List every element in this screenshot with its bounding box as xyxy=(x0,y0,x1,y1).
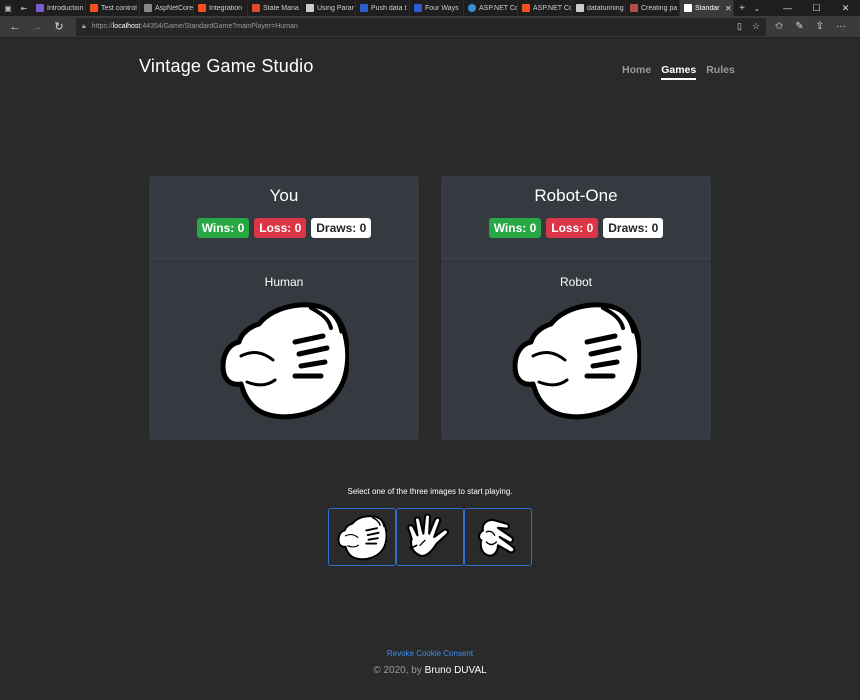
tab-favicon xyxy=(306,4,314,12)
url-host: localhost xyxy=(112,23,141,30)
window-menu-icon[interactable]: ▣ xyxy=(0,0,16,16)
url-field[interactable]: 🔒︎ https://localhost:44354/Game/Standard… xyxy=(76,17,766,36)
url-rest: :44354/Game/StandardGame?mainPlayer=Huma… xyxy=(140,23,298,30)
tab-label: datatunning xyxy=(587,4,624,12)
brand-title[interactable]: Vintage Game Studio xyxy=(139,56,314,77)
refresh-icon[interactable]: ↻ xyxy=(48,20,70,33)
browser-tab-strip: ▣ ⇤ Introduction Test control AspNetCore… xyxy=(0,0,860,16)
player-type: Robot xyxy=(559,275,593,289)
player-card-you: You Wins: 0 Loss: 0 Draws: 0 Human xyxy=(149,176,419,440)
wins-badge: Wins: 0 xyxy=(196,218,250,238)
tab-favicon xyxy=(252,4,260,12)
player-name: You xyxy=(269,186,299,205)
close-tab-icon[interactable]: ✕ xyxy=(725,4,733,13)
address-bar: ← → ↻ 🔒︎ https://localhost:44354/Game/St… xyxy=(0,16,860,38)
browser-tab[interactable]: Using Parar xyxy=(302,0,356,16)
lock-icon: 🔒︎ xyxy=(82,22,86,30)
url-prefix: https:// xyxy=(91,23,113,30)
more-icon[interactable]: ··· xyxy=(836,21,846,32)
revoke-cookie-link[interactable]: Revoke Cookie Consent xyxy=(0,649,860,658)
draws-badge: Draws: 0 xyxy=(311,218,372,238)
copyright: © 2020, by Bruno DUVAL xyxy=(0,665,860,676)
favorite-star-icon[interactable]: ☆ xyxy=(752,21,760,32)
browser-tab[interactable]: datatunning xyxy=(572,0,626,16)
chevron-down-icon[interactable]: ⌄ xyxy=(750,4,764,13)
tab-actions-icon[interactable]: ⇤ xyxy=(16,0,32,16)
player-card-robot: Robot-One Wins: 0 Loss: 0 Draws: 0 Robot xyxy=(441,176,711,440)
player-type: Human xyxy=(264,275,304,289)
back-icon[interactable]: ← xyxy=(4,21,26,33)
tab-favicon xyxy=(360,4,368,12)
browser-tab[interactable]: ASP.NET Cc xyxy=(464,0,518,16)
tab-label: Using Parar xyxy=(317,4,354,12)
pen-icon[interactable]: ✎ xyxy=(795,21,803,32)
nav-rules[interactable]: Rules xyxy=(706,64,735,80)
tab-favicon xyxy=(198,4,206,12)
browser-tab[interactable]: Four Ways xyxy=(410,0,464,16)
copyright-text: © 2020, by xyxy=(373,665,425,676)
paper-hand-icon xyxy=(407,513,450,558)
tab-favicon xyxy=(522,4,530,12)
tab-label: Creating pa xyxy=(641,4,678,12)
forward-icon[interactable]: → xyxy=(26,21,48,33)
loss-badge: Loss: 0 xyxy=(254,218,307,238)
tab-label: ASP.NET Cc xyxy=(479,4,517,12)
tab-label: Four Ways xyxy=(425,4,459,12)
tab-favicon xyxy=(576,4,584,12)
rock-hand-icon xyxy=(337,512,387,562)
tab-label: Test control xyxy=(101,4,137,12)
wins-badge: Wins: 0 xyxy=(488,218,542,238)
player-name: Robot-One xyxy=(534,186,618,205)
rock-hand-icon xyxy=(219,294,349,424)
maximize-icon[interactable]: ☐ xyxy=(802,3,831,14)
draws-badge: Draws: 0 xyxy=(603,218,664,238)
browser-tab[interactable]: Test control xyxy=(86,0,140,16)
main-nav: Home Games Rules xyxy=(622,64,735,80)
browser-tab-active[interactable]: Standar ✕ xyxy=(680,0,734,16)
tab-label: State Mana xyxy=(263,4,299,12)
tab-favicon xyxy=(36,4,44,12)
loss-badge: Loss: 0 xyxy=(546,218,599,238)
tab-label: ASP.NET Cc xyxy=(533,4,571,12)
tab-label: AspNetCore xyxy=(155,4,193,12)
score-badges: Wins: 0 Loss: 0 Draws: 0 xyxy=(441,218,711,238)
nav-home[interactable]: Home xyxy=(622,64,651,80)
favorites-icon[interactable]: ✩ xyxy=(775,21,783,32)
tab-favicon xyxy=(684,4,692,12)
browser-tab[interactable]: Integration xyxy=(194,0,248,16)
close-window-icon[interactable]: ✕ xyxy=(831,3,860,14)
browser-tab[interactable]: AspNetCore xyxy=(140,0,194,16)
player-card-header: You Wins: 0 Loss: 0 Draws: 0 xyxy=(149,176,419,259)
share-icon[interactable]: ⇪ xyxy=(816,21,824,32)
reading-view-icon[interactable]: ▯ xyxy=(737,21,742,32)
scissors-hand-icon xyxy=(478,518,516,557)
rock-hand-icon xyxy=(511,294,641,424)
player-card-header: Robot-One Wins: 0 Loss: 0 Draws: 0 xyxy=(441,176,711,259)
browser-tab[interactable]: ASP.NET Cc xyxy=(518,0,572,16)
tab-favicon xyxy=(630,4,638,12)
browser-tab[interactable]: Push data t xyxy=(356,0,410,16)
new-tab-icon[interactable]: + xyxy=(734,3,750,14)
score-badges: Wins: 0 Loss: 0 Draws: 0 xyxy=(149,218,419,238)
tab-label: Push data t xyxy=(371,4,407,12)
choice-buttons xyxy=(328,508,532,566)
browser-tab[interactable]: Introduction xyxy=(32,0,86,16)
window-controls: — ☐ ✕ xyxy=(773,3,860,14)
tab-label: Integration xyxy=(209,4,243,12)
instruction-text: Select one of the three images to start … xyxy=(347,487,513,496)
tab-favicon xyxy=(468,4,476,12)
author-name: Bruno DUVAL xyxy=(424,665,487,676)
tab-favicon xyxy=(414,4,422,12)
browser-tab[interactable]: State Mana xyxy=(248,0,302,16)
minimize-icon[interactable]: — xyxy=(773,3,802,14)
choose-rock-button[interactable] xyxy=(328,508,396,566)
tab-favicon xyxy=(90,4,98,12)
choose-scissors-button[interactable] xyxy=(464,508,532,566)
tab-label: Standar xyxy=(695,4,720,12)
nav-games[interactable]: Games xyxy=(661,64,697,80)
browser-tab[interactable]: Creating pa xyxy=(626,0,680,16)
tab-favicon xyxy=(144,4,152,12)
choose-paper-button[interactable] xyxy=(396,508,464,566)
tab-label: Introduction xyxy=(47,4,84,12)
